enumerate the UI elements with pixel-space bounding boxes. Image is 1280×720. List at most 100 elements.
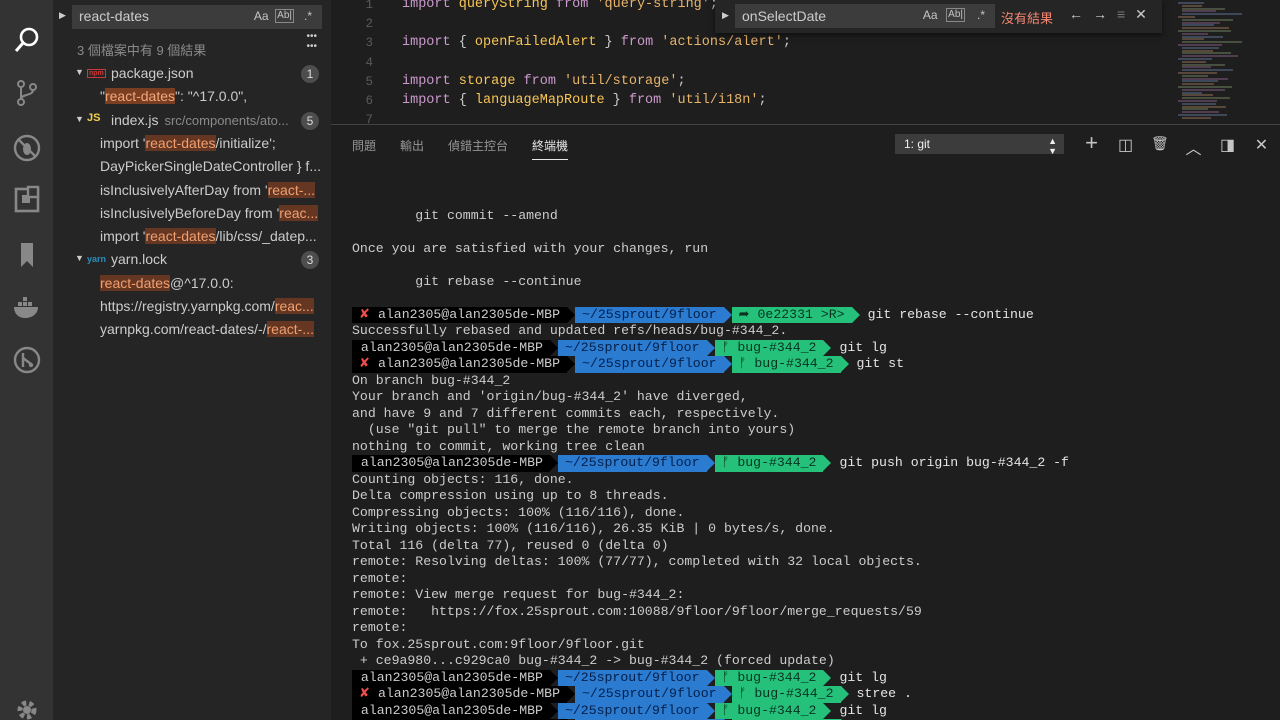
panel-tab[interactable]: 問題 <box>352 137 376 160</box>
prompt-user-segment: alan2305@alan2305de-MBP <box>352 702 550 719</box>
kill-terminal-icon[interactable]: 🗑 <box>1151 135 1169 159</box>
extensions-icon[interactable] <box>0 180 53 220</box>
prompt-command: git lg <box>839 339 887 355</box>
previous-match-icon[interactable]: ← <box>1069 6 1083 23</box>
regex-button[interactable]: .* <box>300 9 316 23</box>
chevron-down-icon[interactable]: ▼ <box>75 67 84 77</box>
prompt-dir: ~/25sprout/9floor <box>557 702 707 719</box>
search-sidebar: ▶ react-dates Aa Ab| .* 3 個檔案中有 9 個結果 ••… <box>53 0 331 720</box>
terminal-line: alan2305@alan2305de-MBP ~/25sprout/9floor… <box>352 455 1272 472</box>
match-highlight: react-dates <box>145 134 216 151</box>
error-mark-icon: ✘ <box>359 686 378 701</box>
code-token: 'util/storage' <box>564 73 678 89</box>
panel-tab[interactable]: 偵錯主控台 <box>448 137 508 160</box>
result-file-row[interactable]: ▼ JS index.js src/components/ato... 5 <box>53 110 331 133</box>
maximize-panel-icon[interactable]: ︿ <box>1185 135 1202 159</box>
minimap-line <box>1182 111 1220 114</box>
minimap[interactable] <box>1178 0 1268 124</box>
minimap-line <box>1182 24 1215 27</box>
gitlens-icon[interactable] <box>0 340 53 380</box>
find-match-word-button[interactable]: Ab| <box>946 8 965 22</box>
find-replace-toggle-icon[interactable]: ▶ <box>722 10 729 21</box>
terminal-text: To fox.25sprout.com:9floor/9floor.git <box>352 636 645 652</box>
code-text: import { openFailedAlert } from 'actions… <box>402 35 791 50</box>
find-match-case-button[interactable]: Aa <box>922 8 938 22</box>
terminal-line: ✘ alan2305@alan2305de-MBP ~/25sprout/9flo… <box>352 686 1272 703</box>
prompt-command: git lg <box>839 702 887 718</box>
panel-tab[interactable]: 輸出 <box>400 137 424 160</box>
search-match-line[interactable]: https://registry.yarnpkg.com/reac... <box>100 296 331 319</box>
line-number: 2 <box>365 17 373 32</box>
terminal-select-value: 1: git <box>904 137 931 151</box>
terminal-line: nothing to commit, working tree clean <box>352 439 1272 456</box>
code-token: from <box>628 93 670 108</box>
chevron-down-icon[interactable]: ▼ <box>75 253 84 263</box>
shell-prompt: ✘ alan2305@alan2305de-MBP ~/25sprout/9flo… <box>352 356 849 373</box>
line-number: 4 <box>365 55 373 70</box>
source-control-icon[interactable] <box>0 73 53 113</box>
minimap-line <box>1182 63 1225 66</box>
code-token: { <box>458 35 475 51</box>
search-match-line[interactable]: yarnpkg.com/react-dates/-/react-... <box>100 319 331 342</box>
minimap-line <box>1182 116 1211 119</box>
search-match-line[interactable]: DayPickerSingleDateController } f... <box>100 156 331 179</box>
terminal-output[interactable]: git commit --amend Once you are satisfied… <box>352 191 1272 720</box>
prompt-user: alan2305@alan2305de-MBP <box>377 686 560 701</box>
panel-tab[interactable]: 終端機 <box>532 137 569 160</box>
split-terminal-icon[interactable]: ◫ <box>1117 135 1134 159</box>
debug-icon[interactable] <box>0 128 53 168</box>
code-token: from <box>515 73 565 89</box>
code-token: } <box>596 35 621 51</box>
search-match-line[interactable]: isInclusivelyBeforeDay from 'reac... <box>100 203 331 226</box>
terminal-select[interactable]: 1: git ▲ ▼ <box>895 134 1064 156</box>
toggle-panel-position-icon[interactable]: ◨ <box>1219 135 1236 159</box>
search-match-line[interactable]: isInclusivelyAfterDay from 'react-... <box>100 180 331 203</box>
terminal-text: git rebase --continue <box>352 273 582 289</box>
minimap-line <box>1182 41 1242 44</box>
settings-icon[interactable] <box>0 690 53 720</box>
terminal-text: Counting objects: 116, done. <box>352 471 574 487</box>
match-word-button[interactable]: Ab| <box>275 9 294 23</box>
chevron-down-icon[interactable]: ▼ <box>75 114 84 124</box>
match-suffix: /initialize'; <box>215 134 276 151</box>
editor-area[interactable]: 1 import queryString from 'query-string';… <box>331 0 1280 127</box>
close-panel-icon[interactable]: ✕ <box>1253 135 1270 159</box>
terminal-text: On branch bug-#344_2 <box>352 372 511 388</box>
powerline-separator <box>549 702 558 719</box>
file-name: index.js src/components/ato... <box>111 112 289 128</box>
line-number: 5 <box>365 74 373 89</box>
result-file-row[interactable]: ▼ yarn yarn.lock 3 <box>53 249 331 272</box>
find-in-selection-icon[interactable]: ≡ <box>1117 6 1125 23</box>
search-match-line[interactable]: import 'react-dates/initialize'; <box>100 133 331 156</box>
search-match-line[interactable]: react-dates@^17.0.0: <box>100 273 331 296</box>
terminal-text: remote: View merge request for bug-#344_… <box>352 587 685 602</box>
search-match-line[interactable]: import 'react-dates/lib/css/_datep... <box>100 226 331 249</box>
prompt-user: alan2305@alan2305de-MBP <box>360 339 543 355</box>
powerline-separator <box>549 339 558 356</box>
file-type-icon: JS <box>87 111 101 124</box>
search-icon[interactable] <box>0 20 53 60</box>
search-match-line[interactable]: "react-dates": "^17.0.0", <box>100 86 331 109</box>
minimap-line <box>1182 108 1208 111</box>
terminal-text: Compressing objects: 100% (116/116), don… <box>352 504 685 520</box>
replace-toggle-chevron-icon[interactable]: ▶ <box>59 10 66 21</box>
match-case-button[interactable]: Aa <box>253 9 269 23</box>
next-match-icon[interactable]: → <box>1093 6 1107 23</box>
docker-icon[interactable] <box>0 287 53 327</box>
shell-prompt: alan2305@alan2305de-MBP ~/25sprout/9floor… <box>352 702 832 719</box>
minimap-line <box>1182 10 1216 13</box>
collapse-all-icon[interactable]: ••• ••• <box>306 32 317 52</box>
prompt-spacer <box>353 340 361 355</box>
search-input[interactable]: react-dates Aa Ab| .* <box>72 5 322 29</box>
result-file-row[interactable]: ▼ npm package.json 1 <box>53 63 331 86</box>
terminal-line: + ce9a980...c929ca0 bug-#344_2 -> bug-#3… <box>352 653 1272 670</box>
find-regex-button[interactable]: .* <box>973 8 989 22</box>
close-find-icon[interactable]: ✕ <box>1135 6 1147 23</box>
powerline-separator <box>549 669 558 686</box>
prompt-user-segment: ✘ alan2305@alan2305de-MBP <box>352 686 567 703</box>
find-input[interactable]: onSelectDate Aa Ab| .* <box>735 4 995 28</box>
bookmark-icon[interactable] <box>0 235 53 275</box>
minimap-line <box>1182 83 1215 86</box>
new-terminal-icon[interactable]: + <box>1083 132 1100 159</box>
